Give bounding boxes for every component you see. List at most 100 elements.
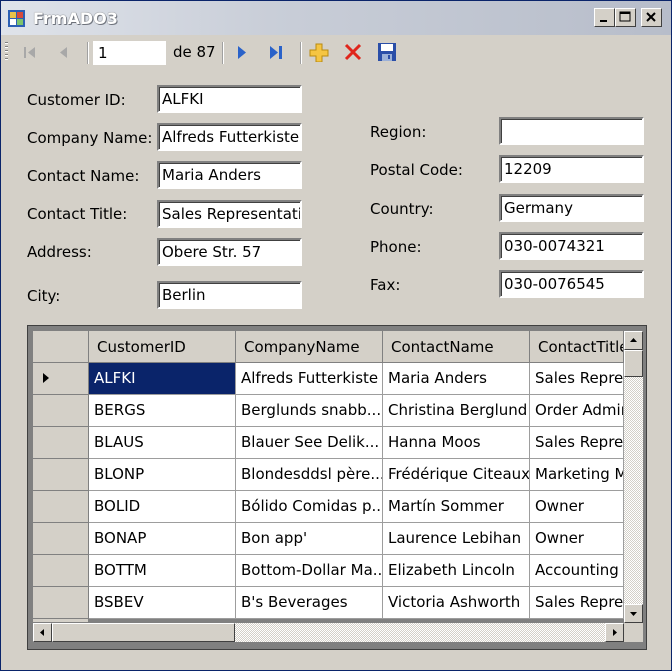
- customer-id-field[interactable]: ALFKI: [157, 85, 302, 113]
- minimize-button[interactable]: [594, 8, 615, 27]
- vertical-scroll-thumb[interactable]: [624, 350, 643, 377]
- customers-grid[interactable]: CustomerID CompanyName ContactName Conta…: [27, 325, 647, 650]
- grid-cell[interactable]: B's Beverages: [236, 587, 383, 619]
- grid-cell[interactable]: Laurence Lebihan: [383, 523, 530, 555]
- grid-cell[interactable]: BOTTM: [89, 555, 236, 587]
- scroll-right-button[interactable]: [605, 623, 624, 642]
- grid-corner-header[interactable]: [33, 331, 89, 363]
- main-window: FrmADO3 de 87 Customer ID:: [0, 0, 672, 671]
- count-label: de 87: [173, 43, 216, 61]
- grid-cell[interactable]: Sales Repre: [530, 427, 624, 459]
- postal-code-field[interactable]: 12209: [499, 155, 644, 183]
- grid-cell[interactable]: ALFKI: [89, 363, 236, 395]
- minimize-icon: [600, 20, 607, 22]
- move-next-icon: [238, 46, 246, 59]
- column-header-contacttitle[interactable]: ContactTitle: [530, 331, 624, 363]
- row-header[interactable]: [33, 395, 89, 427]
- vertical-scrollbar[interactable]: [624, 331, 643, 623]
- grid-cell[interactable]: Blondesddsl père...: [236, 459, 383, 491]
- address-label: Address:: [27, 243, 92, 261]
- city-field[interactable]: Berlin: [157, 281, 302, 309]
- grid-cell[interactable]: Bon app': [236, 523, 383, 555]
- row-header[interactable]: [33, 555, 89, 587]
- fax-label: Fax:: [370, 276, 401, 294]
- grid-cell[interactable]: BOLID: [89, 491, 236, 523]
- move-previous-button[interactable]: [53, 42, 75, 62]
- row-header[interactable]: [33, 363, 89, 395]
- grid-cell[interactable]: Frédérique Citeaux: [383, 459, 530, 491]
- row-header[interactable]: [33, 427, 89, 459]
- grid-cell[interactable]: Bólido Comidas p...: [236, 491, 383, 523]
- scroll-left-button[interactable]: [33, 623, 52, 642]
- grid-cell[interactable]: BLONP: [89, 459, 236, 491]
- grid-cell[interactable]: Blauer See Delik...: [236, 427, 383, 459]
- grid-cell[interactable]: Maria Anders: [383, 363, 530, 395]
- close-button[interactable]: [641, 8, 662, 27]
- move-last-button[interactable]: [265, 42, 287, 62]
- grid-cell[interactable]: BERGS: [89, 395, 236, 427]
- country-field[interactable]: Germany: [499, 194, 644, 222]
- scrollbar-corner: [624, 623, 643, 642]
- maximize-icon: [619, 11, 631, 22]
- delete-button[interactable]: [342, 42, 364, 62]
- grid-cell[interactable]: Victoria Ashworth: [383, 587, 530, 619]
- address-field[interactable]: Obere Str. 57: [157, 238, 302, 266]
- move-first-button[interactable]: [19, 42, 41, 62]
- arrow-up-icon: [630, 338, 637, 342]
- grid-cell[interactable]: Owner: [530, 523, 624, 555]
- grid-cell[interactable]: Elizabeth Lincoln: [383, 555, 530, 587]
- contact-title-label: Contact Title:: [27, 205, 128, 223]
- horizontal-scrollbar[interactable]: [33, 623, 624, 642]
- grid-cell[interactable]: Sales Repre: [530, 587, 624, 619]
- grid-cell[interactable]: Berglunds snabb...: [236, 395, 383, 427]
- grid-cell[interactable]: Sales Repre: [530, 363, 624, 395]
- position-input[interactable]: [93, 41, 166, 65]
- grid-cell[interactable]: Owner: [530, 491, 624, 523]
- row-header[interactable]: [33, 491, 89, 523]
- row-header[interactable]: [33, 459, 89, 491]
- column-header-customerid[interactable]: CustomerID: [89, 331, 236, 363]
- add-new-icon: [309, 43, 329, 63]
- add-new-button[interactable]: [308, 42, 330, 63]
- grid-cell[interactable]: Accounting I: [530, 555, 624, 587]
- grid-cell[interactable]: BSBEV: [89, 587, 236, 619]
- column-header-companyname[interactable]: CompanyName: [236, 331, 383, 363]
- grid-cell[interactable]: Hanna Moos: [383, 427, 530, 459]
- grid-cell[interactable]: Order Admin: [530, 395, 624, 427]
- move-first-icon: [24, 47, 35, 58]
- toolbar-separator: [87, 42, 88, 64]
- arrow-right-icon: [613, 629, 617, 636]
- contact-name-field[interactable]: Maria Anders: [157, 161, 302, 189]
- grid-cell[interactable]: Christina Berglund: [383, 395, 530, 427]
- grid-cell[interactable]: Alfreds Futterkiste: [236, 363, 383, 395]
- close-icon: [646, 12, 656, 22]
- grid-cell[interactable]: Martín Sommer: [383, 491, 530, 523]
- region-label: Region:: [370, 123, 427, 141]
- city-label: City:: [27, 287, 61, 305]
- app-icon: [8, 10, 25, 27]
- fax-field[interactable]: 030-0076545: [499, 270, 644, 298]
- grid-cell[interactable]: BLAUS: [89, 427, 236, 459]
- phone-field[interactable]: 030-0074321: [499, 232, 644, 260]
- maximize-button[interactable]: [615, 8, 636, 27]
- move-previous-icon: [60, 47, 67, 58]
- scroll-down-button[interactable]: [624, 604, 643, 623]
- scroll-up-button[interactable]: [624, 331, 643, 350]
- company-name-label: Company Name:: [27, 129, 153, 147]
- row-header[interactable]: [33, 523, 89, 555]
- arrow-down-icon: [630, 612, 637, 616]
- toolbar-grip[interactable]: [5, 42, 8, 62]
- title-bar[interactable]: FrmADO3: [1, 1, 671, 35]
- contact-title-field[interactable]: Sales Representati: [157, 200, 302, 228]
- column-header-contactname[interactable]: ContactName: [383, 331, 530, 363]
- grid-cell[interactable]: BONAP: [89, 523, 236, 555]
- grid-cell[interactable]: Marketing M: [530, 459, 624, 491]
- horizontal-scroll-thumb[interactable]: [52, 623, 235, 642]
- region-field[interactable]: [499, 117, 644, 145]
- row-header[interactable]: [33, 587, 89, 619]
- save-button[interactable]: [376, 42, 398, 62]
- company-name-field[interactable]: Alfreds Futterkiste: [157, 123, 302, 151]
- delete-icon: [344, 43, 362, 61]
- grid-cell[interactable]: Bottom-Dollar Ma...: [236, 555, 383, 587]
- move-next-button[interactable]: [231, 42, 253, 62]
